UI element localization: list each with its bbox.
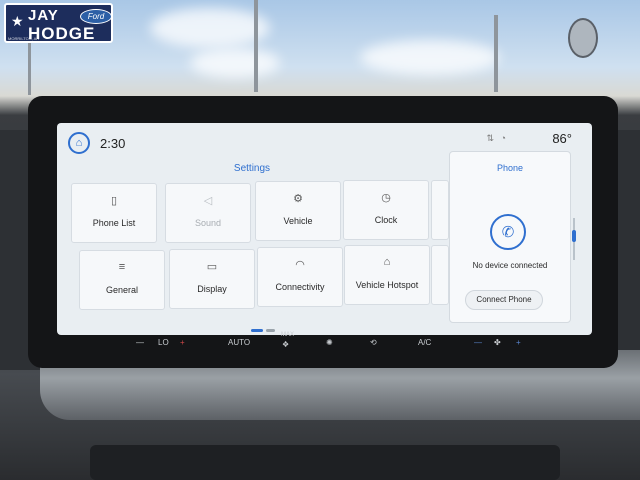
speaker-icon: ◁	[203, 195, 213, 207]
light-pole	[254, 0, 258, 92]
connection-status-icons: ⇅ ◔	[486, 133, 508, 143]
light-pole	[494, 15, 498, 92]
rearview-mirror	[568, 18, 598, 58]
tile-vehicle-hotspot[interactable]: ⌂ Vehicle Hotspot	[344, 245, 430, 305]
temp-plus-button[interactable]: +	[516, 338, 521, 347]
clock-time: 2:30	[100, 136, 126, 151]
tile-sound[interactable]: ◁ Sound	[165, 183, 251, 243]
phone-icon: ✆	[501, 224, 515, 241]
clock-icon: ◷	[381, 192, 391, 204]
fan-plus-button[interactable]: +	[180, 338, 185, 347]
connect-phone-button[interactable]: Connect Phone	[465, 290, 543, 310]
light-pole	[28, 40, 31, 95]
phone-button[interactable]: ✆	[490, 214, 526, 250]
max-defrost-label: MAX	[281, 332, 295, 338]
max-defrost-button[interactable]: ❖	[282, 340, 289, 349]
air-vent	[90, 445, 560, 480]
sliders-icon: ≡	[118, 261, 126, 273]
climate-controls: — LO + AUTO MAX ❖ ✺ ⟲ A/C — ✤ +	[60, 332, 600, 360]
infotainment-screen: ⌂ 2:30 ⇅ ◔ 86° Settings ▯ Phone List ◁ S…	[57, 123, 592, 335]
phone-list-icon: ▯	[110, 195, 118, 207]
dealer-logo: ★ JAY HODGE Ford MORRILTON, AR	[4, 3, 113, 43]
brand-logo: Ford	[80, 9, 111, 24]
settings-title: Settings	[233, 163, 271, 174]
fan-minus-button[interactable]: —	[136, 338, 144, 347]
tile-general[interactable]: ≡ General	[79, 250, 165, 310]
display-icon: ▭	[206, 261, 218, 273]
vehicle-icon: ⚙	[293, 193, 303, 205]
star-icon: ★	[11, 13, 24, 29]
fan-level: LO	[158, 338, 169, 347]
tile-partial[interactable]	[431, 245, 449, 305]
ac-button[interactable]: A/C	[418, 338, 431, 347]
phone-panel: Phone ✆ No device connected Connect Phon…	[449, 151, 571, 323]
auto-button[interactable]: AUTO	[228, 338, 250, 347]
tile-vehicle[interactable]: ⚙ Vehicle	[255, 181, 341, 241]
phone-panel-title: Phone	[496, 163, 524, 173]
tile-display[interactable]: ▭ Display	[169, 249, 255, 309]
outside-temperature: 86°	[552, 131, 572, 146]
phone-status-text: No device connected	[472, 261, 548, 270]
heated-wheel-button[interactable]: ✺	[326, 338, 333, 347]
fan-speed-icon[interactable]: ✤	[494, 338, 501, 347]
recirculation-button[interactable]: ⟲	[370, 338, 377, 347]
tile-phone-list[interactable]: ▯ Phone List	[71, 183, 157, 243]
wifi-icon: ◠	[295, 259, 305, 271]
temp-minus-button[interactable]: —	[474, 338, 482, 347]
home-icon: ⌂	[75, 137, 83, 149]
home-button[interactable]: ⌂	[68, 132, 90, 154]
panel-scrollbar[interactable]	[572, 218, 576, 260]
tile-clock[interactable]: ◷ Clock	[343, 180, 429, 240]
tile-partial[interactable]	[431, 180, 449, 240]
tile-connectivity[interactable]: ◠ Connectivity	[257, 247, 343, 307]
hotspot-icon: ⌂	[383, 256, 391, 268]
